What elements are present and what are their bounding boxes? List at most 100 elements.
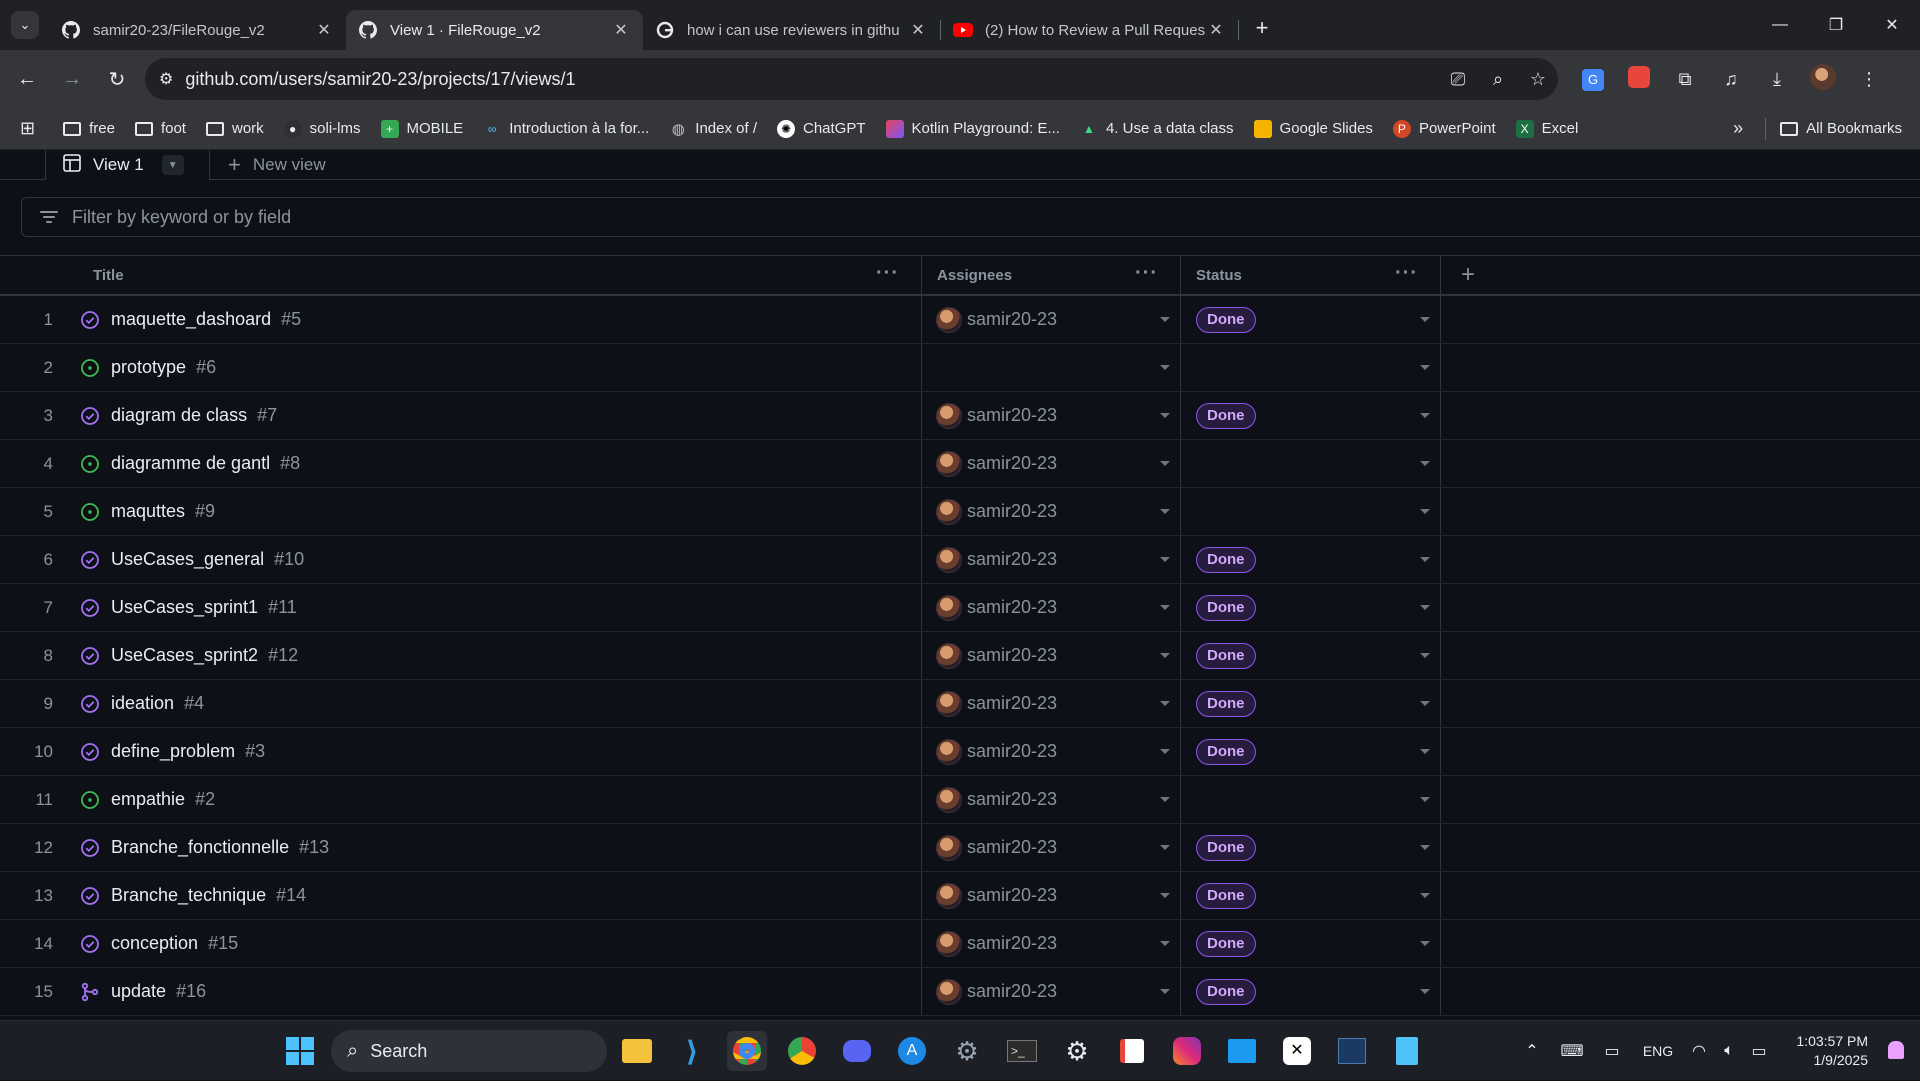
table-row[interactable]: 6 UseCases_general #10 samir20-23 Done [0,536,1920,584]
add-field-button[interactable]: + [1441,256,1920,294]
browser-tab-active[interactable]: View 1 · FileRouge_v2 ✕ [346,10,643,50]
title-cell[interactable]: 6 UseCases_general #10 [0,536,922,583]
table-row[interactable]: 11 empathie #2 samir20-23 [0,776,1920,824]
assignee-cell[interactable]: samir20-23 [922,824,1181,871]
status-cell[interactable]: Done [1181,824,1441,871]
close-icon[interactable]: ✕ [1206,20,1226,40]
issue-title-link[interactable]: prototype [111,357,186,378]
dropdown-caret-icon[interactable] [1420,701,1430,706]
filter-input[interactable]: Filter by keyword or by field [21,197,1920,237]
status-cell[interactable]: Done [1181,968,1441,1015]
dropdown-caret-icon[interactable] [1160,509,1170,514]
chevron-up-icon[interactable]: ⌃ [1512,1041,1552,1061]
status-cell[interactable]: Done [1181,584,1441,631]
dropdown-caret-icon[interactable] [1420,845,1430,850]
title-cell[interactable]: 12 Branche_fonctionnelle #13 [0,824,922,871]
url-text[interactable]: github.com/users/samir20-23/projects/17/… [185,69,1438,90]
install-app-icon[interactable]: ⎚ [1438,69,1478,90]
assignee-cell[interactable] [922,344,1181,391]
issue-title-link[interactable]: ideation [111,693,174,714]
taskbar-search[interactable]: ⌕ Search [331,1030,607,1072]
title-cell[interactable]: 1 maquette_dashoard #5 [0,296,922,343]
capcut-icon[interactable]: ✕ [1277,1031,1317,1071]
dropdown-caret-icon[interactable] [1420,893,1430,898]
restore-icon[interactable]: ❐ [1808,0,1864,50]
close-icon[interactable]: ✕ [908,20,928,40]
notepad-icon[interactable] [1387,1031,1427,1071]
title-cell[interactable]: 14 conception #15 [0,920,922,967]
dropdown-caret-icon[interactable] [1160,941,1170,946]
bookmark-excel[interactable]: X Excel [1515,119,1578,138]
settings-app-icon[interactable]: ⚙ [947,1031,987,1071]
column-menu-icon[interactable]: ··· [876,262,899,285]
close-window-icon[interactable]: ✕ [1864,0,1920,50]
chrome-icon[interactable] [727,1031,767,1071]
issue-title-link[interactable]: diagramme de gantl [111,453,270,474]
status-cell[interactable] [1181,440,1441,487]
assignee-cell[interactable]: samir20-23 [922,632,1181,679]
issue-title-link[interactable]: Branche_fonctionnelle [111,837,289,858]
dropdown-caret-icon[interactable] [1420,317,1430,322]
back-arrow-icon[interactable]: ← [9,61,45,97]
dropdown-caret-icon[interactable] [1420,941,1430,946]
minimize-icon[interactable]: — [1752,0,1808,50]
table-row[interactable]: 13 Branche_technique #14 samir20-23 Done [0,872,1920,920]
windows-start-icon[interactable] [280,1031,320,1071]
close-icon[interactable]: ✕ [314,20,334,40]
volume-icon[interactable]: 🔈︎ [1714,1042,1744,1060]
puzzle-extensions-icon[interactable]: ⧉ [1662,69,1708,90]
status-cell[interactable]: Done [1181,920,1441,967]
title-cell[interactable]: 11 empathie #2 [0,776,922,823]
assignee-cell[interactable]: samir20-23 [922,872,1181,919]
title-cell[interactable]: 13 Branche_technique #14 [0,872,922,919]
issue-title-link[interactable]: update [111,981,166,1002]
issue-title-link[interactable]: UseCases_general [111,549,264,570]
dropdown-caret-icon[interactable] [1160,605,1170,610]
table-row[interactable]: 8 UseCases_sprint2 #12 samir20-23 Done [0,632,1920,680]
site-settings-icon[interactable]: ⚙ [159,69,173,89]
title-cell[interactable]: 15 update #16 [0,968,922,1015]
dropdown-caret-icon[interactable] [1160,461,1170,466]
issue-title-link[interactable]: UseCases_sprint1 [111,597,258,618]
dropdown-caret-icon[interactable] [1420,365,1430,370]
chrome-profile-icon[interactable] [782,1031,822,1071]
forward-arrow-icon[interactable]: → [54,61,90,97]
title-cell[interactable]: 3 diagram de class #7 [0,392,922,439]
dropdown-caret-icon[interactable] [1420,557,1430,562]
apps-grid-icon[interactable]: ⊞ [20,118,35,139]
view-options-caret-icon[interactable]: ▼ [161,155,184,175]
status-cell[interactable]: Done [1181,872,1441,919]
status-cell[interactable] [1181,488,1441,535]
dropdown-caret-icon[interactable] [1160,317,1170,322]
status-cell[interactable]: Done [1181,296,1441,343]
dropdown-caret-icon[interactable] [1160,701,1170,706]
dropdown-caret-icon[interactable] [1160,413,1170,418]
dropdown-caret-icon[interactable] [1160,653,1170,658]
bookmark-folder-free[interactable]: free [63,120,115,137]
vscode-icon[interactable]: ⟩ [672,1031,712,1071]
dropdown-caret-icon[interactable] [1160,749,1170,754]
bookmark-soli-lms[interactable]: ● soli-lms [283,119,361,138]
downloads-icon[interactable]: ⤓ [1754,69,1800,90]
all-bookmarks-folder[interactable]: All Bookmarks [1780,120,1902,137]
bookmark-index[interactable]: ◍ Index of / [669,120,757,138]
issue-title-link[interactable]: Branche_technique [111,885,266,906]
keyboard-icon[interactable]: ⌨ [1552,1041,1592,1061]
view-tab-view-1[interactable]: View 1 ▼ [45,150,210,180]
bookmark-folder-work[interactable]: work [205,120,264,137]
dropdown-caret-icon[interactable] [1160,989,1170,994]
column-header-status[interactable]: Status ··· [1181,256,1441,294]
bookmark-folder-foot[interactable]: foot [134,120,186,137]
assignee-cell[interactable]: samir20-23 [922,440,1181,487]
title-cell[interactable]: 5 maquttes #9 [0,488,922,535]
wifi-icon[interactable]: ◠ [1684,1041,1714,1061]
dropdown-caret-icon[interactable] [1160,365,1170,370]
assignee-cell[interactable]: samir20-23 [922,728,1181,775]
title-cell[interactable]: 9 ideation #4 [0,680,922,727]
dropdown-caret-icon[interactable] [1420,461,1430,466]
instagram-icon[interactable] [1167,1031,1207,1071]
title-cell[interactable]: 10 define_problem #3 [0,728,922,775]
status-cell[interactable] [1181,776,1441,823]
title-cell[interactable]: 7 UseCases_sprint1 #11 [0,584,922,631]
assignee-cell[interactable]: samir20-23 [922,392,1181,439]
